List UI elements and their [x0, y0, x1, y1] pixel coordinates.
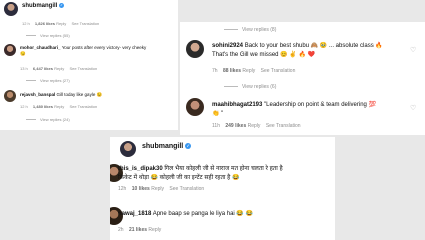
view-replies-button[interactable]: View replies (27) [26, 78, 74, 83]
comments-panel-left: shubmangill ✓ 12 h 1,826 likes Reply See… [0, 0, 178, 130]
reply-button[interactable]: Reply [54, 104, 64, 109]
comment-username[interactable]: sohini2924 [212, 43, 243, 49]
comment-username[interactable]: shubmangill ✓ [142, 143, 192, 150]
comment-meta: 2h 21 likes Reply [118, 227, 162, 233]
avatar[interactable] [120, 141, 136, 157]
comment-username[interactable]: this_is_dipak30 [118, 166, 163, 172]
comment-username[interactable]: mohor_chaudhari_ [20, 45, 61, 50]
avatar[interactable] [186, 98, 204, 116]
heart-icon[interactable]: ♡ [410, 104, 416, 112]
avatar[interactable] [4, 90, 16, 102]
see-translation-button[interactable]: See Translation [69, 66, 97, 71]
comment-text: nawaj_1818 Apne baap se panga le liya ha… [118, 211, 254, 217]
comment-text: rejavsh_banspal Gill today like gayle 😉 [20, 92, 103, 97]
reply-button[interactable]: Reply [242, 68, 255, 74]
likes-count[interactable]: 21 likes [129, 227, 147, 233]
comment-meta: 12 h 1,826 likes Reply See Translation [22, 21, 100, 26]
heart-icon[interactable]: ♡ [410, 46, 416, 54]
likes-count[interactable]: 88 likes [223, 68, 241, 74]
likes-count[interactable]: 1,480 likes [33, 104, 53, 109]
avatar[interactable] [186, 40, 204, 58]
comment-text: sohini2924 Back to your best shubu 🙈 🥹 .… [212, 43, 383, 58]
avatar[interactable] [4, 2, 18, 16]
comment-meta: 13 h 6,447 likes Reply See Translation [20, 66, 98, 71]
reply-button[interactable]: Reply [148, 227, 161, 233]
see-translation-button[interactable]: See Translation [266, 123, 301, 129]
comment-username[interactable]: shubmangill ✓ [22, 3, 65, 9]
verified-icon: ✓ [185, 143, 192, 150]
reply-button[interactable]: Reply [56, 21, 66, 26]
comment-meta: 12 h 1,480 likes Reply See Translation [20, 104, 98, 109]
likes-count[interactable]: 6,447 likes [33, 66, 53, 71]
comments-panel-right: View replies (8) sohini2924 Back to your… [180, 22, 425, 135]
comment-username[interactable]: maahibhagat2193 [212, 102, 262, 108]
likes-count[interactable]: 249 likes [225, 123, 246, 129]
comment-text: this_is_dipak30 गिल भैया कोहली जी से नार… [118, 166, 283, 181]
see-translation-button[interactable]: See Translation [71, 21, 99, 26]
view-replies-button[interactable]: View replies (55) [26, 33, 74, 38]
see-translation-button[interactable]: See Translation [169, 186, 204, 192]
avatar[interactable] [4, 44, 16, 56]
view-replies-button[interactable]: View replies (6) [224, 84, 280, 90]
verified-icon: ✓ [59, 3, 65, 8]
comment-meta: 11h 249 likes Reply See Translation [212, 123, 301, 129]
reply-button[interactable]: Reply [151, 186, 164, 192]
comment-meta: 7h 88 likes Reply See Translation [212, 68, 296, 74]
reply-button[interactable]: Reply [248, 123, 261, 129]
reply-button[interactable]: Reply [54, 66, 64, 71]
likes-count[interactable]: 10 likes [132, 186, 150, 192]
comment-username[interactable]: nawaj_1818 [118, 211, 151, 217]
comments-panel-bottom: shubmangill ✓ this_is_dipak30 गिल भैया क… [110, 137, 335, 240]
comment-username[interactable]: rejavsh_banspal [20, 92, 55, 97]
view-replies-button[interactable]: View replies (8) [224, 27, 280, 33]
see-translation-button[interactable]: See Translation [69, 104, 97, 109]
comment-meta: 12h 10 likes Reply See Translation [118, 186, 205, 192]
view-replies-button[interactable]: View replies (24) [26, 117, 74, 122]
likes-count[interactable]: 1,826 likes [35, 21, 55, 26]
comment-text: maahibhagat2193 "Leadership on point & t… [212, 102, 377, 117]
see-translation-button[interactable]: See Translation [261, 68, 296, 74]
comment-text: mohor_chaudhari_ Your posts after every … [20, 45, 147, 56]
